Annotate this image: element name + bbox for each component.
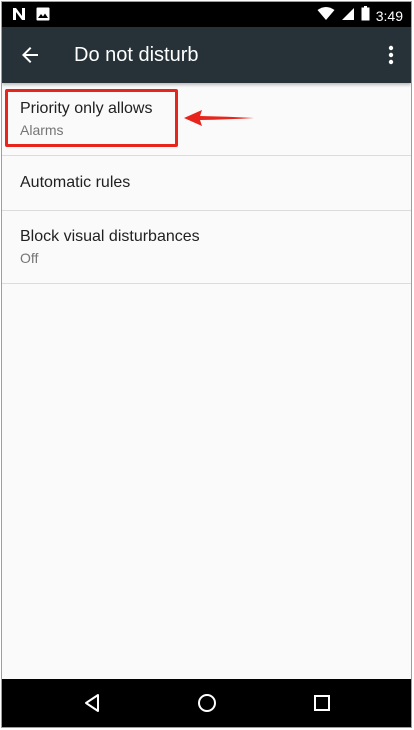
- cellular-signal-icon: [341, 7, 355, 26]
- phone-screen: 3:49 Do not disturb Priority only allows…: [1, 1, 412, 728]
- nav-home-button[interactable]: [193, 689, 221, 717]
- app-bar: Do not disturb: [2, 27, 411, 83]
- back-triangle-icon: [85, 694, 99, 712]
- more-vert-icon: [388, 45, 394, 65]
- status-bar: 3:49: [2, 2, 411, 27]
- pref-title: Automatic rules: [20, 174, 131, 191]
- annotation-highlight-box: [5, 89, 178, 147]
- nav-back-button[interactable]: [78, 689, 106, 717]
- image-notification-icon: [36, 7, 50, 26]
- page-title: Do not disturb: [74, 44, 199, 66]
- back-button[interactable]: [16, 41, 44, 69]
- annotation-arrow-icon: [184, 110, 254, 126]
- home-circle-icon: [198, 694, 216, 712]
- navigation-bar: [2, 679, 411, 727]
- battery-icon: [361, 6, 370, 26]
- wifi-icon: [317, 6, 335, 26]
- recents-square-icon: [314, 695, 330, 711]
- pref-summary: Off: [20, 250, 39, 266]
- overflow-menu-button[interactable]: [377, 41, 405, 69]
- n-notification-icon: [12, 7, 26, 26]
- arrow-back-icon: [22, 47, 38, 63]
- nav-recents-button[interactable]: [308, 689, 336, 717]
- pref-title: Block visual disturbances: [20, 228, 200, 245]
- status-time: 3:49: [375, 7, 403, 24]
- pref-block-visual-disturbances[interactable]: Block visual disturbances Off: [2, 211, 411, 284]
- pref-automatic-rules[interactable]: Automatic rules: [2, 156, 411, 211]
